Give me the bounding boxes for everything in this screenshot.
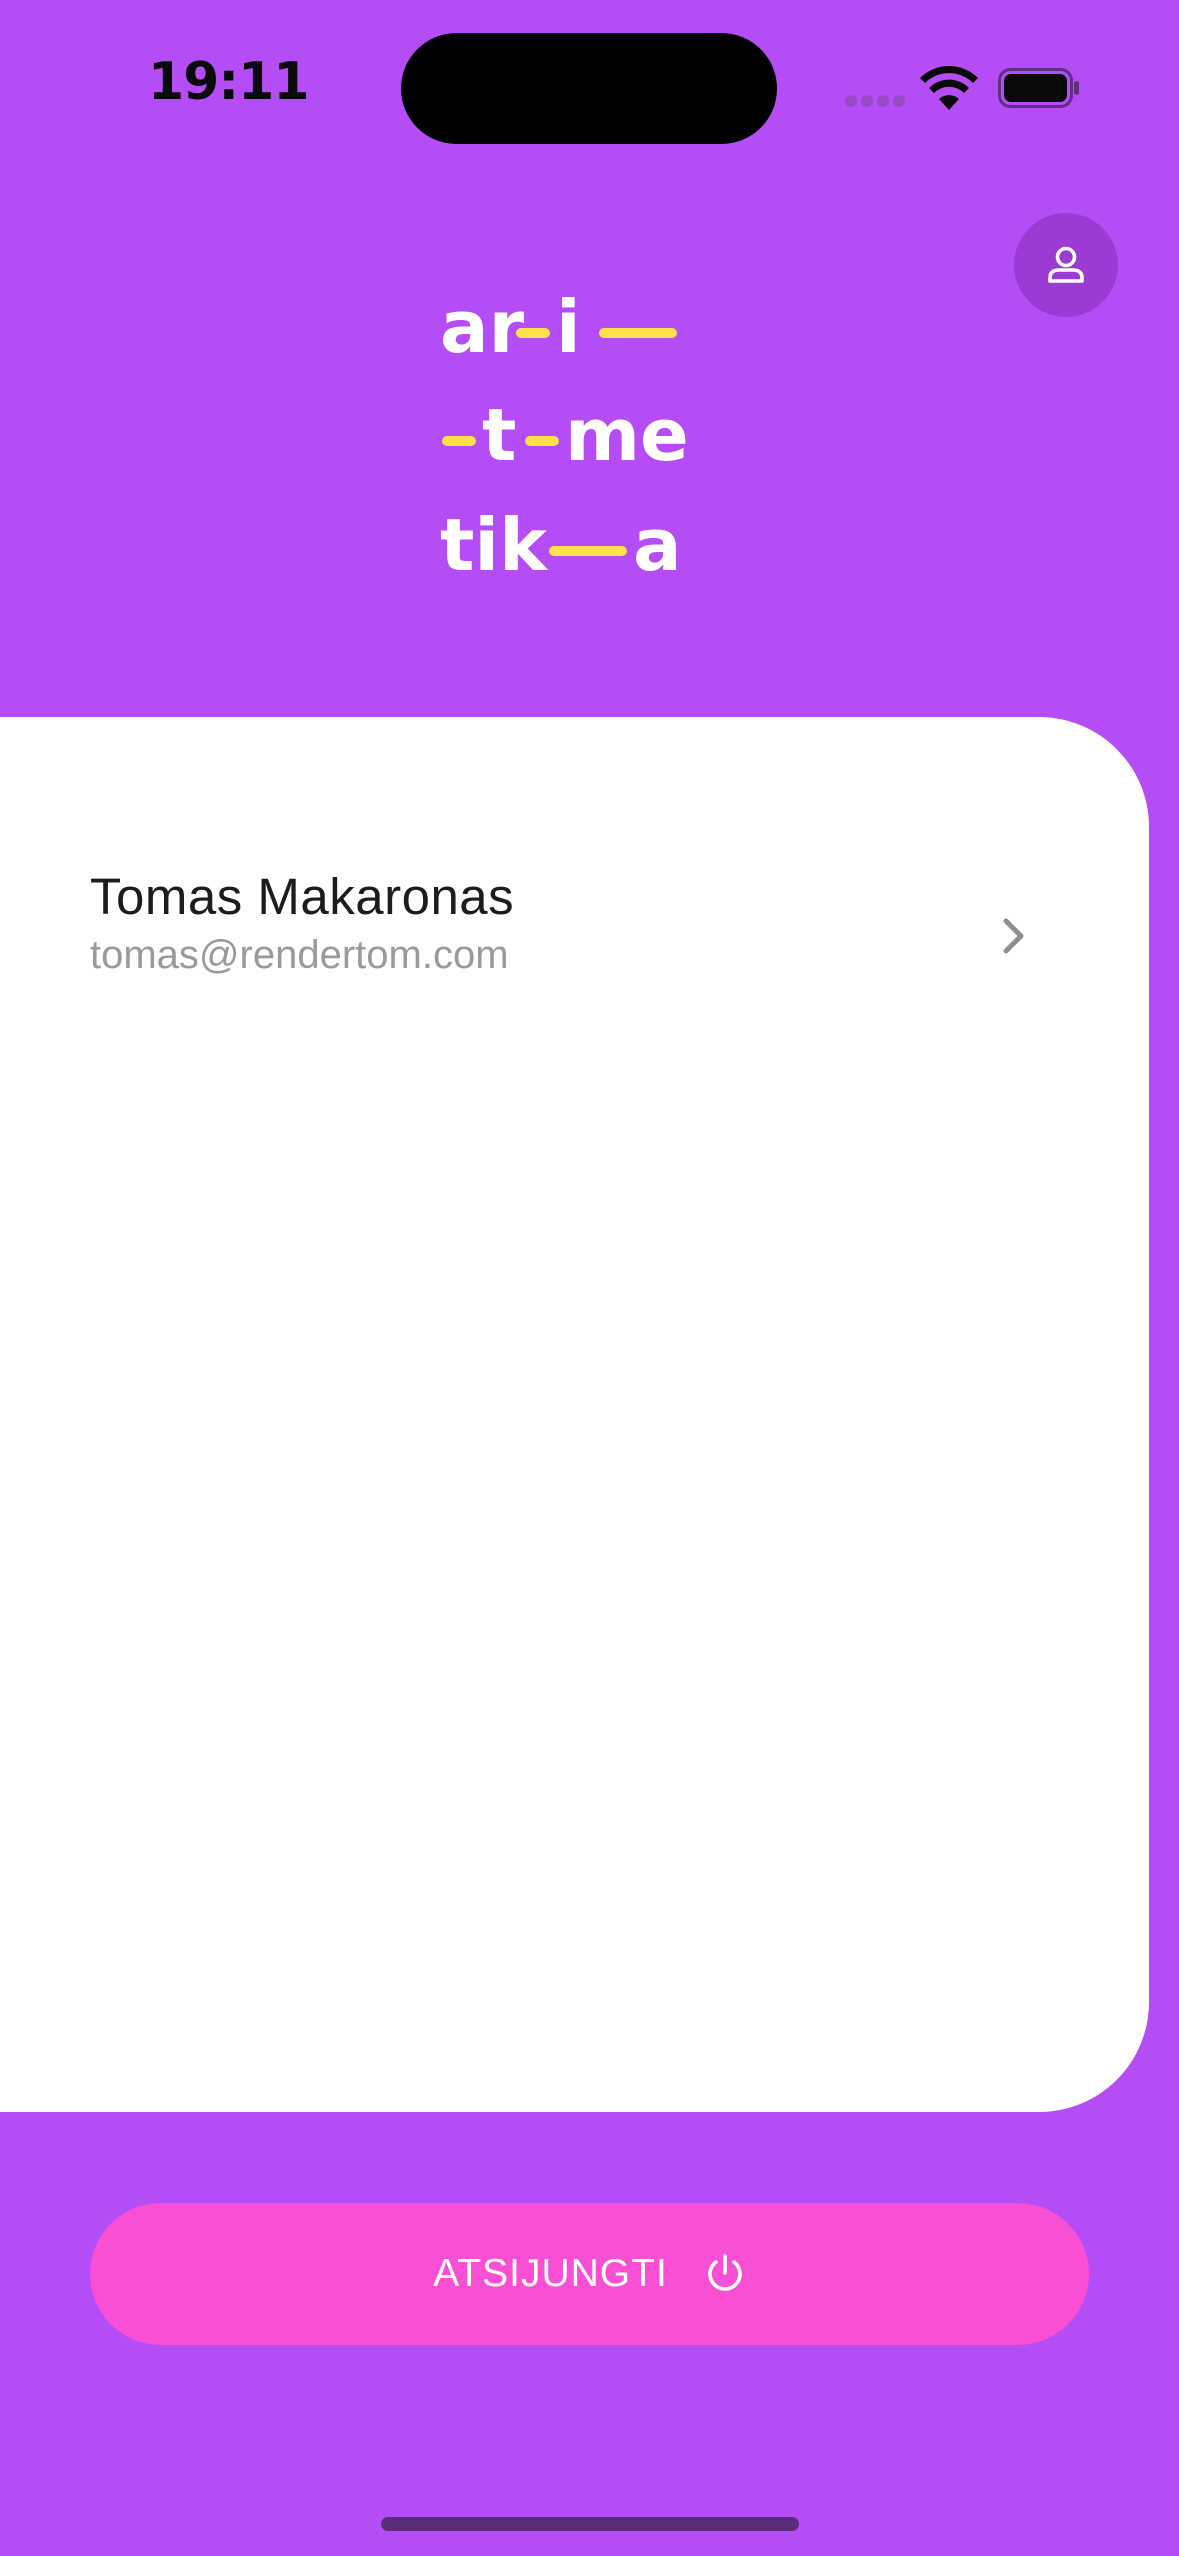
logo-dash: [549, 546, 627, 556]
logo-dash: [599, 328, 677, 338]
logout-button-label: ATSIJUNGTI: [433, 2252, 668, 2295]
logo-dash: [442, 436, 476, 446]
chevron-right-icon: [1003, 918, 1024, 954]
user-name: Tomas Makaronas: [90, 868, 515, 925]
app-logo: ar it metik a: [440, 285, 689, 587]
corner-fill: [1149, 1990, 1179, 2112]
user-card: Tomas Makaronas tomas@rendertom.com: [0, 717, 1149, 2112]
user-email: tomas@rendertom.com: [90, 933, 509, 977]
cellular-signal-icon: [845, 95, 905, 107]
dynamic-island: [401, 33, 777, 144]
person-icon: [1048, 246, 1084, 283]
logo-letters: ar: [440, 285, 525, 369]
status-time: 19:11: [148, 52, 310, 112]
profile-button[interactable]: [1014, 213, 1118, 317]
wifi-icon: [920, 66, 978, 110]
user-account-row[interactable]: Tomas Makaronas tomas@rendertom.com: [90, 867, 1050, 987]
logo-letters: a: [633, 503, 682, 587]
logo-letters: t: [482, 393, 516, 477]
logout-button[interactable]: ATSIJUNGTI: [90, 2203, 1089, 2345]
logo-letters: i: [556, 285, 581, 369]
home-indicator: [381, 2517, 799, 2531]
battery-icon: [998, 68, 1079, 108]
power-icon: [708, 2254, 742, 2291]
logo-letters: me: [565, 393, 689, 477]
logo-dash: [525, 436, 559, 446]
status-bar: 19:11: [0, 0, 1179, 175]
logo-dash: [516, 328, 550, 338]
logo-letters: tik: [440, 503, 549, 587]
